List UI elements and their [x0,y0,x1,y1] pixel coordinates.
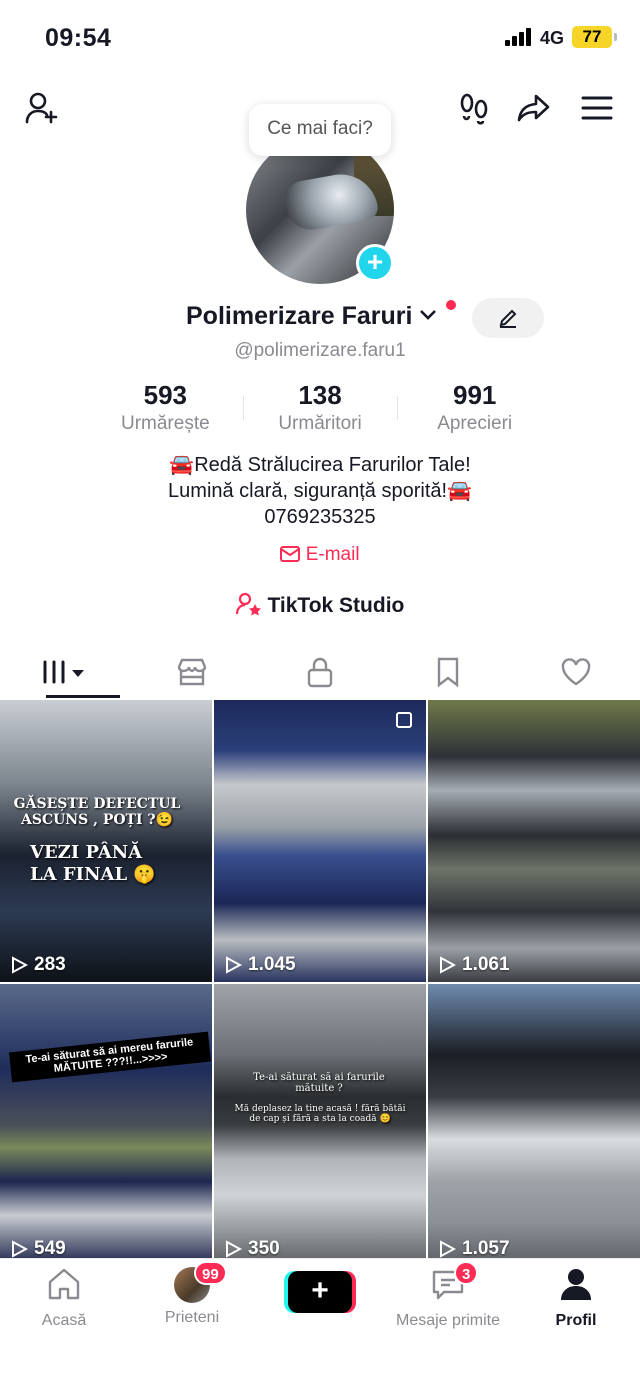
lock-icon [307,657,333,688]
play-icon [226,1240,242,1258]
studio-icon [235,592,261,616]
add-story-button[interactable]: + [356,244,394,282]
stat-label: Urmărește [120,413,210,434]
bio-line: Lumină clară, siguranță sporită!🚘 [168,480,472,502]
profile-bio: 🚘Redă Strălucirea Farurilor Tale! Lumină… [0,452,640,530]
friends-badge: 99 [194,1261,227,1285]
profile-handle: @polimerizare.faru1 [234,340,406,361]
inbox-badge: 3 [454,1261,479,1285]
bio-line: 🚘Redă Strălucirea Farurilor Tale! [169,454,471,476]
video-thumbnail[interactable]: 1.045 [214,700,426,982]
view-count: 1.045 [224,954,296,976]
pencil-icon [499,309,517,328]
video-caption: Te-ai săturat să ai farurile mătuite ? [253,1072,385,1094]
multi-clip-icon [396,712,412,728]
video-thumbnail[interactable]: Te-ai săturat să ai mereu farurile MĂTUI… [0,984,212,1258]
nav-label: Acasă [41,1312,87,1329]
footprints-icon[interactable] [452,86,496,130]
notification-dot [446,300,456,310]
stat-label: Aprecieri [437,413,513,434]
status-time: 09:54 [45,24,112,52]
play-icon [226,956,242,974]
battery-icon: 77 [572,26,617,48]
network-label: 4G [540,28,565,48]
stat-value: 991 [452,380,497,410]
tab-liked[interactable] [512,646,640,698]
nav-home[interactable]: Acasă [0,1267,128,1330]
stat-label: Urmăritori [278,413,362,434]
stat-value: 138 [298,380,342,410]
chevron-down-icon [418,304,438,330]
tab-videos[interactable] [0,646,128,698]
nav-inbox[interactable]: 3 Mesaje primite [384,1261,512,1330]
nav-profile[interactable]: Profil [512,1267,640,1330]
profile-icon [561,1269,591,1300]
add-friend-icon[interactable] [20,86,64,130]
account-switcher[interactable]: Polimerizare Faruri [186,302,438,331]
view-count: 283 [10,954,66,976]
play-icon [440,1240,456,1258]
video-thumbnail[interactable]: 1.061 [428,700,640,982]
heart-icon [561,658,591,686]
email-label: E-mail [305,544,360,565]
view-count: 549 [10,1238,66,1258]
bookmark-icon [437,657,459,687]
stat-value: 593 [143,380,188,410]
video-thumbnail[interactable]: GĂSEȘTE DEFECTUL ASCUNS , POȚI ?😉 VEZI P… [0,700,212,982]
video-grid: GĂSEȘTE DEFECTUL ASCUNS , POȚI ?😉 VEZI P… [0,700,640,1258]
tab-shop[interactable] [128,646,256,698]
video-caption: VEZI PÂNĂ LA FINAL 🤫 [30,842,156,885]
view-count: 1.061 [438,954,510,976]
bio-phone: 0769235325 [264,506,376,528]
video-caption: GĂSEȘTE DEFECTUL ASCUNS , POȚI ?😉 [13,796,181,828]
status-bar: 09:54 4G 77 [0,0,640,78]
shop-icon [177,658,207,686]
home-icon [48,1268,80,1300]
stat-following[interactable]: 593 Urmărește [88,380,243,435]
nav-friends[interactable]: 99 Prieteni [128,1261,256,1327]
nav-label: Mesaje primite [395,1312,501,1329]
play-icon [12,956,28,974]
video-thumbnail[interactable]: Te-ai săturat să ai farurile mătuite ? M… [214,984,426,1258]
signal-icon [505,28,535,46]
status-bubble[interactable]: Ce mai faci? [249,104,391,156]
menu-icon[interactable] [575,86,619,130]
nav-label: Prieteni [164,1309,220,1326]
profile-stats: 593 Urmărește 138 Urmăritori 991 Aprecie… [88,380,552,435]
video-caption: Mă deplasez la tine acasă ! fără bătăi d… [234,1104,406,1124]
play-icon [440,956,456,974]
video-caption: Te-ai săturat să ai mereu farurile MĂTUI… [8,1031,212,1083]
studio-label: TikTok Studio [267,594,405,617]
grid-icon [43,660,84,684]
nav-label: Profil [555,1312,597,1329]
profile-tabs [0,646,640,698]
tab-private[interactable] [256,646,384,698]
video-thumbnail[interactable]: 1.057 [428,984,640,1258]
edit-profile-button[interactable] [472,298,544,338]
profile-name: Polimerizare Faruri [186,302,413,330]
email-link[interactable]: E-mail [0,544,640,566]
view-count: 350 [224,1238,280,1258]
mail-icon [280,546,301,562]
create-button[interactable]: + [288,1271,352,1313]
share-icon[interactable] [512,86,556,130]
tiktok-studio-link[interactable]: TikTok Studio [0,592,640,618]
stat-likes[interactable]: 991 Aprecieri [397,380,552,435]
stat-followers[interactable]: 138 Urmăritori [242,380,398,435]
view-count: 1.057 [438,1238,510,1258]
play-icon [12,1240,28,1258]
tab-saved[interactable] [384,646,512,698]
bottom-nav: Acasă 99 Prieteni + 3 Mesaje primite Pro… [0,1258,640,1385]
